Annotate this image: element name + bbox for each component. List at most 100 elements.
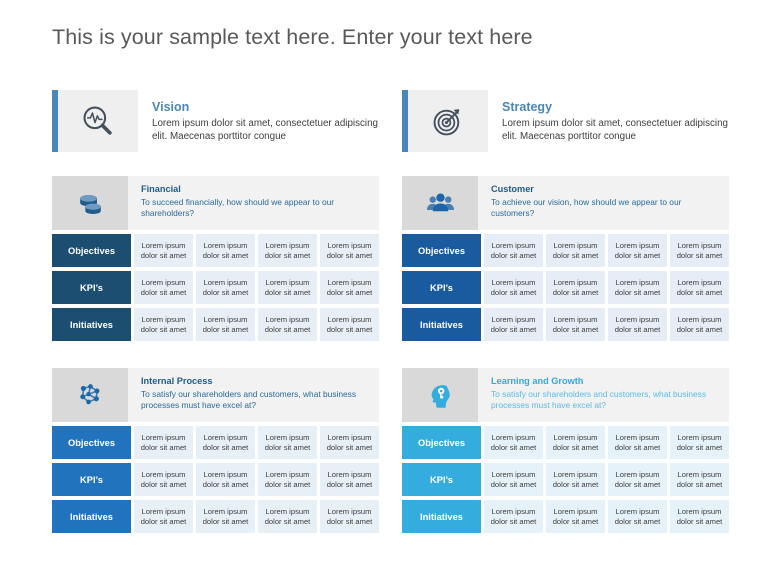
table-cell: Lorem ipsum dolor sit amet	[196, 426, 255, 459]
table-cell: Lorem ipsum dolor sit amet	[484, 271, 543, 304]
table-cell: Lorem ipsum dolor sit amet	[546, 234, 605, 267]
learning-and-growth-title: Learning and Growth	[491, 376, 584, 386]
customer-icon-box	[402, 176, 478, 230]
table-cell: Lorem ipsum dolor sit amet	[134, 500, 193, 533]
strategy-description: Lorem ipsum dolor sit amet, consectetuer…	[502, 117, 728, 143]
table-cell: Lorem ipsum dolor sit amet	[670, 234, 729, 267]
strategy-title: Strategy	[502, 99, 553, 114]
table-cell: Lorem ipsum dolor sit amet	[134, 426, 193, 459]
table-cell: Lorem ipsum dolor sit amet	[670, 500, 729, 533]
table-cell: Lorem ipsum dolor sit amet	[320, 271, 379, 304]
table-row: Objectives Lorem ipsum dolor sit amet Lo…	[402, 426, 729, 459]
quadrant-financial: Financial To succeed financially, how sh…	[52, 176, 379, 341]
quadrant-internal-process: Internal Process To satisfy our sharehol…	[52, 368, 379, 533]
row-label-kpis: KPI’s	[402, 463, 481, 496]
learning-and-growth-icon-box	[402, 368, 478, 422]
learning-and-growth-table: Objectives Lorem ipsum dolor sit amet Lo…	[402, 426, 729, 533]
table-cell: Lorem ipsum dolor sit amet	[546, 308, 605, 341]
magnifier-pulse-icon	[79, 102, 117, 140]
customer-table: Objectives Lorem ipsum dolor sit amet Lo…	[402, 234, 729, 341]
strategy-icon-box	[408, 90, 488, 152]
table-cell: Lorem ipsum dolor sit amet	[134, 271, 193, 304]
internal-process-title: Internal Process	[141, 376, 213, 386]
internal-process-table: Objectives Lorem ipsum dolor sit amet Lo…	[52, 426, 379, 533]
table-cell: Lorem ipsum dolor sit amet	[258, 426, 317, 459]
table-cell: Lorem ipsum dolor sit amet	[320, 308, 379, 341]
internal-process-header-text: Internal Process To satisfy our sharehol…	[128, 368, 379, 422]
table-cell: Lorem ipsum dolor sit amet	[196, 308, 255, 341]
table-cell: Lorem ipsum dolor sit amet	[608, 500, 667, 533]
row-cells: Lorem ipsum dolor sit amet Lorem ipsum d…	[484, 463, 729, 496]
table-cell: Lorem ipsum dolor sit amet	[546, 426, 605, 459]
table-row: KPI’s Lorem ipsum dolor sit amet Lorem i…	[52, 271, 379, 304]
row-label-objectives: Objectives	[402, 426, 481, 459]
financial-table: Objectives Lorem ipsum dolor sit amet Lo…	[52, 234, 379, 341]
quadrant-learning-and-growth: Learning and Growth To satisfy our share…	[402, 368, 729, 533]
internal-process-icon-box	[52, 368, 128, 422]
table-cell: Lorem ipsum dolor sit amet	[196, 463, 255, 496]
strategy-card: Strategy Lorem ipsum dolor sit amet, con…	[402, 90, 729, 152]
financial-header: Financial To succeed financially, how sh…	[52, 176, 379, 230]
row-cells: Lorem ipsum dolor sit amet Lorem ipsum d…	[484, 234, 729, 267]
table-cell: Lorem ipsum dolor sit amet	[320, 500, 379, 533]
table-cell: Lorem ipsum dolor sit amet	[546, 271, 605, 304]
internal-process-question: To satisfy our shareholders and customer…	[141, 388, 357, 411]
table-row: Initiatives Lorem ipsum dolor sit amet L…	[402, 500, 729, 533]
row-cells: Lorem ipsum dolor sit amet Lorem ipsum d…	[484, 308, 729, 341]
page-title: This is your sample text here. Enter you…	[52, 25, 533, 49]
vision-icon-box	[58, 90, 138, 152]
table-cell: Lorem ipsum dolor sit amet	[134, 308, 193, 341]
table-cell: Lorem ipsum dolor sit amet	[670, 426, 729, 459]
row-cells: Lorem ipsum dolor sit amet Lorem ipsum d…	[484, 426, 729, 459]
financial-header-text: Financial To succeed financially, how sh…	[128, 176, 379, 230]
table-cell: Lorem ipsum dolor sit amet	[258, 234, 317, 267]
row-label-initiatives: Initiatives	[402, 500, 481, 533]
table-cell: Lorem ipsum dolor sit amet	[546, 500, 605, 533]
table-cell: Lorem ipsum dolor sit amet	[258, 271, 317, 304]
table-cell: Lorem ipsum dolor sit amet	[258, 500, 317, 533]
table-cell: Lorem ipsum dolor sit amet	[484, 500, 543, 533]
table-row: Objectives Lorem ipsum dolor sit amet Lo…	[52, 234, 379, 267]
row-label-initiatives: Initiatives	[402, 308, 481, 341]
row-cells: Lorem ipsum dolor sit amet Lorem ipsum d…	[134, 500, 379, 533]
row-label-kpis: KPI’s	[52, 271, 131, 304]
internal-process-header: Internal Process To satisfy our sharehol…	[52, 368, 379, 422]
table-row: KPI’s Lorem ipsum dolor sit amet Lorem i…	[52, 463, 379, 496]
vision-text: Vision Lorem ipsum dolor sit amet, conse…	[138, 90, 379, 152]
table-cell: Lorem ipsum dolor sit amet	[608, 463, 667, 496]
table-cell: Lorem ipsum dolor sit amet	[484, 308, 543, 341]
table-row: Initiatives Lorem ipsum dolor sit amet L…	[52, 308, 379, 341]
row-label-kpis: KPI’s	[402, 271, 481, 304]
financial-question: To succeed financially, how should we ap…	[141, 196, 335, 219]
row-cells: Lorem ipsum dolor sit amet Lorem ipsum d…	[134, 463, 379, 496]
row-label-initiatives: Initiatives	[52, 500, 131, 533]
table-row: Initiatives Lorem ipsum dolor sit amet L…	[402, 308, 729, 341]
table-cell: Lorem ipsum dolor sit amet	[320, 234, 379, 267]
table-cell: Lorem ipsum dolor sit amet	[196, 271, 255, 304]
table-cell: Lorem ipsum dolor sit amet	[608, 234, 667, 267]
row-label-initiatives: Initiatives	[52, 308, 131, 341]
table-cell: Lorem ipsum dolor sit amet	[608, 271, 667, 304]
table-cell: Lorem ipsum dolor sit amet	[258, 308, 317, 341]
row-cells: Lorem ipsum dolor sit amet Lorem ipsum d…	[484, 500, 729, 533]
row-cells: Lorem ipsum dolor sit amet Lorem ipsum d…	[134, 426, 379, 459]
table-cell: Lorem ipsum dolor sit amet	[196, 234, 255, 267]
network-nodes-icon	[75, 380, 106, 411]
table-cell: Lorem ipsum dolor sit amet	[196, 500, 255, 533]
strategy-text: Strategy Lorem ipsum dolor sit amet, con…	[488, 90, 729, 152]
table-cell: Lorem ipsum dolor sit amet	[484, 234, 543, 267]
table-cell: Lorem ipsum dolor sit amet	[258, 463, 317, 496]
learning-and-growth-header-text: Learning and Growth To satisfy our share…	[478, 368, 729, 422]
customer-header: Customer To achieve our vision, how shou…	[402, 176, 729, 230]
vision-description: Lorem ipsum dolor sit amet, consectetuer…	[152, 117, 378, 143]
row-label-objectives: Objectives	[52, 234, 131, 267]
learning-and-growth-header: Learning and Growth To satisfy our share…	[402, 368, 729, 422]
quadrant-customer: Customer To achieve our vision, how shou…	[402, 176, 729, 341]
learning-and-growth-question: To satisfy our shareholders and customer…	[491, 388, 707, 411]
row-cells: Lorem ipsum dolor sit amet Lorem ipsum d…	[134, 271, 379, 304]
row-label-objectives: Objectives	[402, 234, 481, 267]
customer-title: Customer	[491, 184, 534, 194]
table-row: KPI’s Lorem ipsum dolor sit amet Lorem i…	[402, 463, 729, 496]
table-row: Initiatives Lorem ipsum dolor sit amet L…	[52, 500, 379, 533]
table-cell: Lorem ipsum dolor sit amet	[546, 463, 605, 496]
